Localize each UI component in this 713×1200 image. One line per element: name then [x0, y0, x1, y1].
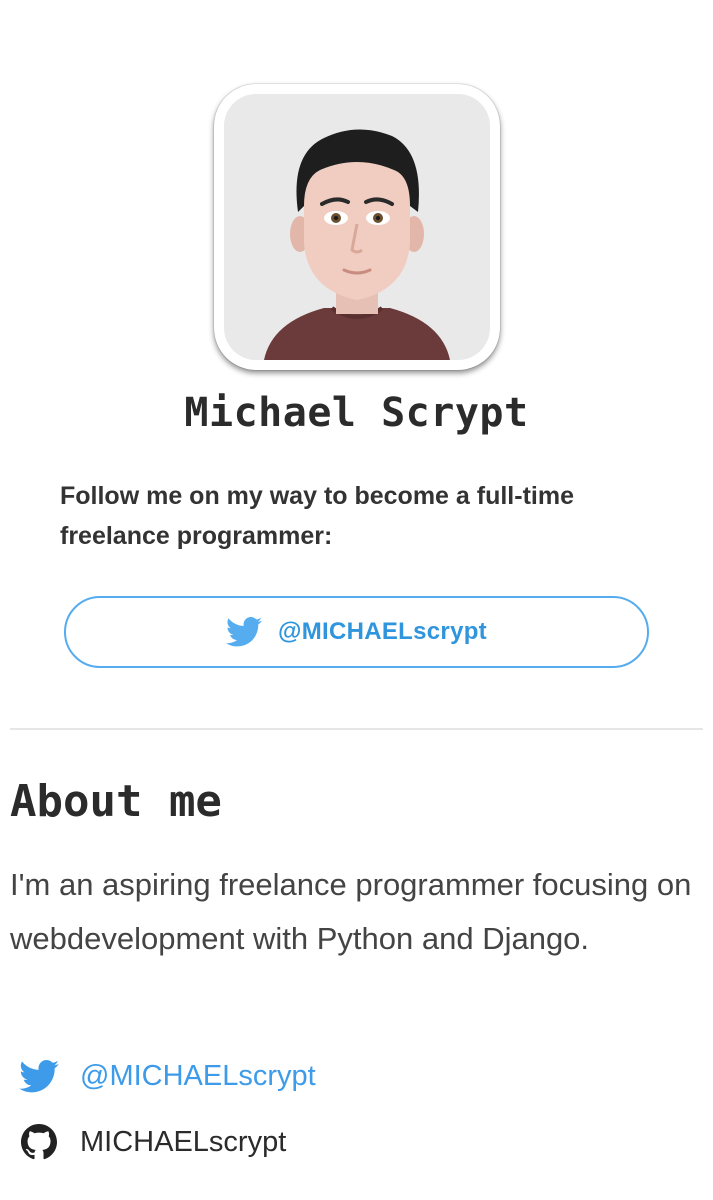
avatar-image: [224, 94, 490, 360]
twitter-link-label: @MICHAELscrypt: [80, 1059, 316, 1092]
twitter-bird-icon: [18, 1056, 60, 1096]
twitter-button-label: @MICHAELscrypt: [278, 618, 487, 645]
about-text: I'm an aspiring freelance programmer foc…: [10, 867, 692, 956]
twitter-bird-icon: [226, 617, 263, 647]
github-icon: [18, 1122, 60, 1162]
section-divider: [10, 728, 703, 730]
about-title: About me: [10, 776, 222, 827]
profile-avatar: [214, 84, 500, 370]
profile-intro: Follow me on my way to become a full-tim…: [60, 482, 574, 550]
github-link[interactable]: MICHAELscrypt: [18, 1122, 286, 1162]
github-link-label: MICHAELscrypt: [80, 1125, 287, 1158]
twitter-follow-button[interactable]: @MICHAELscrypt: [64, 596, 649, 668]
twitter-link[interactable]: @MICHAELscrypt: [18, 1056, 316, 1096]
profile-name: Michael Scrypt: [184, 390, 529, 436]
